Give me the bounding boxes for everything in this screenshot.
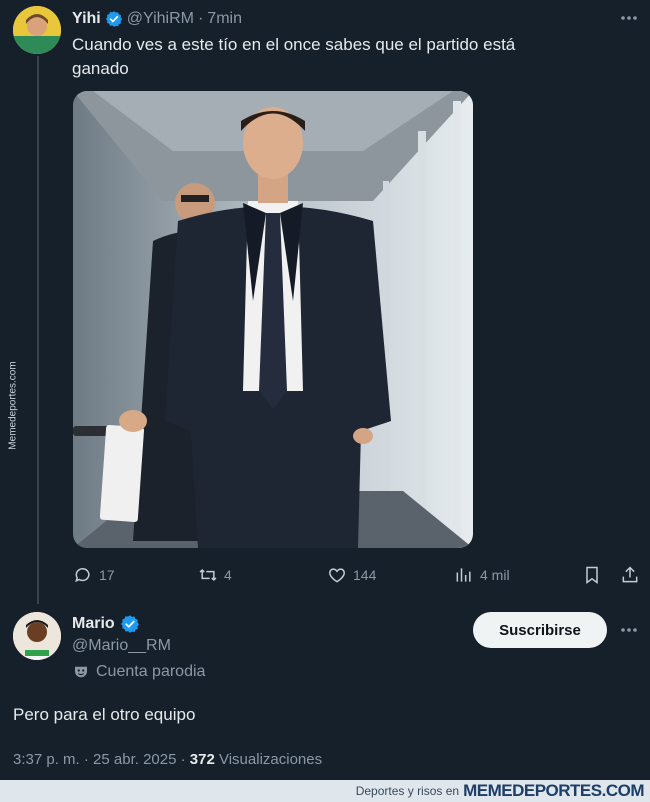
more-options-icon[interactable] (617, 8, 641, 28)
reply-text: Pero para el otro equipo (13, 705, 196, 724)
heart-icon (329, 568, 345, 583)
tweet-header: Yihi @YihiRM · 7min (72, 8, 242, 30)
reply-avatar[interactable] (13, 612, 61, 660)
reply-icon (75, 568, 90, 583)
parody-badge: Cuenta parodia (72, 663, 205, 681)
share-icon[interactable] (620, 565, 640, 585)
tweet-photo[interactable] (73, 91, 473, 548)
reply-more-options-icon[interactable] (617, 620, 641, 640)
reply-author-handle[interactable]: @Mario__RM (72, 637, 171, 655)
footer-brand: MEMEDEPORTES.COM (463, 781, 644, 800)
tweet-text: Cuando ves a este tío en el once sabes q… (72, 33, 632, 81)
views-count: 4 mil (480, 567, 510, 583)
reply-author-name[interactable]: Mario (72, 615, 115, 633)
footer-watermark: Deportes y risos en MEMEDEPORTES.COM (0, 780, 650, 802)
like-button[interactable]: 144 (327, 565, 376, 585)
side-watermark-text: Memedeportes.com (7, 360, 19, 450)
retweet-icon (199, 568, 217, 582)
reply-views-label: Visualizaciones (214, 751, 323, 768)
separator-dot: · (197, 10, 204, 27)
author-handle[interactable]: @YihiRM (127, 10, 194, 28)
verified-badge-icon (105, 11, 122, 27)
reply-meta: 3:37 p. m. · 25 abr. 2025 · 372 Visualiz… (13, 751, 322, 768)
views-button[interactable]: 4 mil (454, 565, 510, 585)
theater-mask-icon (75, 666, 87, 678)
author-name[interactable]: Yihi (72, 10, 101, 28)
like-count: 144 (353, 567, 377, 583)
reply-header: Mario (72, 613, 140, 635)
reply-timestamp[interactable]: 3:37 p. m. · 25 abr. 2025 · (13, 751, 190, 768)
parody-label: Cuenta parodia (96, 663, 206, 680)
retweet-button[interactable]: 4 (198, 565, 232, 585)
tweet-text-line-1: Cuando ves a este tío en el once sabes q… (72, 35, 516, 54)
reply-views-count: 372 (189, 751, 215, 768)
retweet-count: 4 (224, 567, 232, 583)
tweet-text-line-2: ganado (72, 59, 129, 78)
reply-button[interactable]: 17 (73, 565, 115, 585)
views-chart-icon (456, 568, 471, 582)
tweet-time[interactable]: 7min (207, 10, 242, 28)
subscribe-button[interactable]: Suscribirse (473, 612, 607, 648)
avatar[interactable] (13, 6, 61, 54)
reply-count: 17 (99, 567, 115, 583)
bookmark-icon[interactable] (582, 565, 602, 585)
side-watermark: Memedeportes.com (0, 345, 26, 465)
verified-badge-icon (120, 615, 139, 633)
thread-line (37, 56, 39, 604)
footer-small-text: Deportes y risos en (355, 784, 460, 798)
